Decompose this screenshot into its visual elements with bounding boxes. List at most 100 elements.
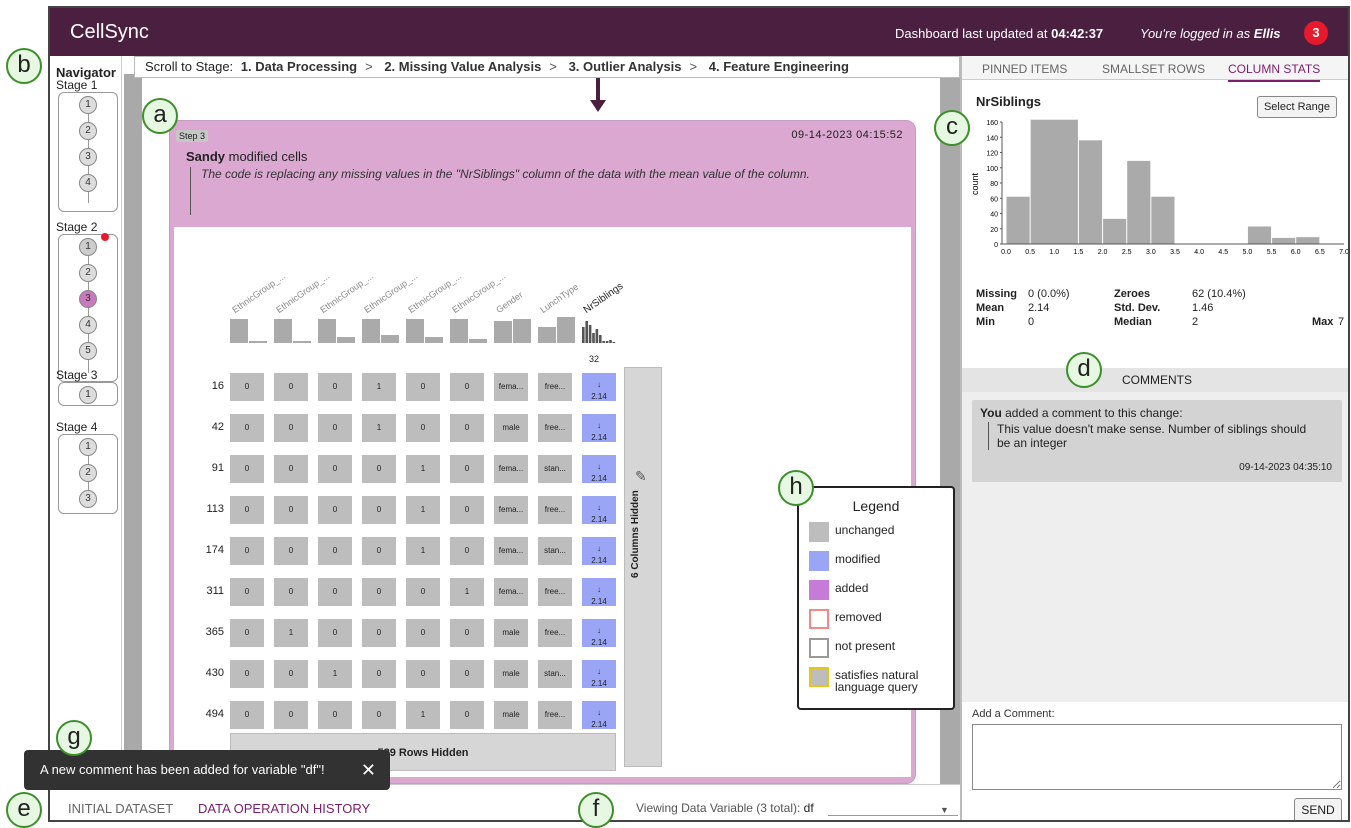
stage-link-4[interactable]: 4. Feature Engineering xyxy=(709,59,849,74)
table-cell[interactable]: 0 xyxy=(274,414,308,442)
table-cell[interactable]: 1 xyxy=(450,578,484,606)
stage-link-3[interactable]: 3. Outlier Analysis xyxy=(569,59,682,74)
table-cell[interactable]: 0 xyxy=(318,537,352,565)
table-cell[interactable]: 0 xyxy=(318,455,352,483)
table-cell[interactable]: 0 xyxy=(450,701,484,729)
histogram-bar[interactable] xyxy=(1151,196,1175,244)
table-cell[interactable]: free... xyxy=(538,414,572,442)
table-cell[interactable]: fema... xyxy=(494,537,528,565)
table-cell[interactable]: 0 xyxy=(450,414,484,442)
table-cell[interactable]: ↓ 2.14 xyxy=(582,701,616,729)
histogram-bar[interactable] xyxy=(1296,237,1320,244)
table-cell[interactable]: free... xyxy=(538,701,572,729)
table-cell[interactable]: 1 xyxy=(362,373,396,401)
table-cell[interactable]: 0 xyxy=(318,701,352,729)
table-cell[interactable]: free... xyxy=(538,373,572,401)
step-node[interactable]: 5 xyxy=(79,342,97,360)
table-cell[interactable]: 0 xyxy=(274,537,308,565)
table-cell[interactable]: 0 xyxy=(230,578,264,606)
table-cell[interactable]: 0 xyxy=(362,496,396,524)
table-cell[interactable]: ↓ 2.14 xyxy=(582,414,616,442)
table-cell[interactable]: 0 xyxy=(362,455,396,483)
stage-link-2[interactable]: 2. Missing Value Analysis xyxy=(384,59,541,74)
table-cell[interactable]: 0 xyxy=(362,578,396,606)
table-cell[interactable]: fema... xyxy=(494,455,528,483)
table-cell[interactable]: 1 xyxy=(318,660,352,688)
table-cell[interactable]: 0 xyxy=(362,701,396,729)
table-cell[interactable]: free... xyxy=(538,578,572,606)
step-node[interactable]: 3 xyxy=(79,290,97,308)
table-cell[interactable]: 0 xyxy=(406,619,440,647)
table-cell[interactable]: stan... xyxy=(538,537,572,565)
table-cell[interactable]: 0 xyxy=(450,373,484,401)
tab-pinned-items[interactable]: PINNED ITEMS xyxy=(982,62,1067,76)
stage-box[interactable]: 1 xyxy=(58,382,118,406)
table-cell[interactable]: male xyxy=(494,701,528,729)
canvas-scrollbar-left[interactable] xyxy=(124,74,142,784)
table-cell[interactable]: 0 xyxy=(230,701,264,729)
table-cell[interactable]: fema... xyxy=(494,373,528,401)
stage-box[interactable]: 1 2 3 xyxy=(58,434,118,514)
table-cell[interactable]: 0 xyxy=(274,701,308,729)
table-cell[interactable]: 0 xyxy=(318,496,352,524)
histogram-bar[interactable] xyxy=(1078,140,1103,244)
table-cell[interactable]: ↓ 2.14 xyxy=(582,373,616,401)
column-header[interactable]: NrSiblings xyxy=(582,281,626,316)
history-canvas[interactable]: Scroll to Stage: 1. Data Processing > 2. … xyxy=(124,56,1023,792)
step-node[interactable]: 4 xyxy=(79,174,97,192)
table-cell[interactable]: 0 xyxy=(230,619,264,647)
table-cell[interactable]: 0 xyxy=(274,455,308,483)
histogram-bar[interactable] xyxy=(1272,237,1296,244)
column-header[interactable]: Gender xyxy=(494,290,524,315)
table-cell[interactable]: 0 xyxy=(230,414,264,442)
table-cell[interactable]: 0 xyxy=(362,660,396,688)
table-cell[interactable]: free... xyxy=(538,496,572,524)
table-cell[interactable]: 0 xyxy=(406,414,440,442)
table-cell[interactable]: 0 xyxy=(362,537,396,565)
close-icon[interactable]: ✕ xyxy=(361,750,376,790)
table-cell[interactable]: 0 xyxy=(274,373,308,401)
table-cell[interactable]: male xyxy=(494,414,528,442)
table-cell[interactable]: 0 xyxy=(450,537,484,565)
tab-smallset-rows[interactable]: SMALLSET ROWS xyxy=(1102,62,1205,76)
table-cell[interactable]: 0 xyxy=(362,619,396,647)
table-cell[interactable]: 0 xyxy=(274,496,308,524)
step-node[interactable]: 1 xyxy=(79,438,97,456)
step-node[interactable]: 2 xyxy=(79,122,97,140)
columns-hidden-panel[interactable]: ✎ 6 Columns Hidden xyxy=(624,367,662,767)
table-cell[interactable]: 0 xyxy=(230,537,264,565)
table-cell[interactable]: 0 xyxy=(230,455,264,483)
table-cell[interactable]: free... xyxy=(538,619,572,647)
histogram-bar[interactable] xyxy=(1103,218,1127,244)
table-cell[interactable]: fema... xyxy=(494,496,528,524)
step-node[interactable]: 3 xyxy=(79,148,97,166)
table-cell[interactable]: 0 xyxy=(230,496,264,524)
table-cell[interactable]: ↓ 2.14 xyxy=(582,578,616,606)
table-cell[interactable]: 1 xyxy=(406,701,440,729)
histogram-bar[interactable] xyxy=(1127,160,1151,244)
pencil-icon[interactable]: ✎ xyxy=(635,468,647,485)
table-cell[interactable]: 1 xyxy=(406,496,440,524)
table-cell[interactable]: 0 xyxy=(274,578,308,606)
histogram-bar[interactable] xyxy=(1247,226,1272,244)
table-cell[interactable]: ↓ 2.14 xyxy=(582,455,616,483)
table-cell[interactable]: 0 xyxy=(230,660,264,688)
table-cell[interactable]: fema... xyxy=(494,578,528,606)
stage-box[interactable]: 1 2 3 4 xyxy=(58,92,118,212)
column-header[interactable]: LunchType xyxy=(538,282,580,315)
tab-data-operation-history[interactable]: DATA OPERATION HISTORY xyxy=(198,801,370,820)
send-button[interactable]: SEND xyxy=(1294,798,1342,820)
table-cell[interactable]: 0 xyxy=(230,373,264,401)
table-cell[interactable]: 0 xyxy=(318,578,352,606)
stage-box[interactable]: 1 2 3 4 5 xyxy=(58,233,118,382)
table-cell[interactable]: male xyxy=(494,660,528,688)
histogram-bar[interactable] xyxy=(1030,119,1078,244)
table-cell[interactable]: stan... xyxy=(538,455,572,483)
table-cell[interactable]: ↓ 2.14 xyxy=(582,660,616,688)
table-cell[interactable]: 0 xyxy=(450,455,484,483)
table-cell[interactable]: 1 xyxy=(362,414,396,442)
step-node[interactable]: 3 xyxy=(79,490,97,508)
table-cell[interactable]: 0 xyxy=(450,496,484,524)
step-node[interactable]: 2 xyxy=(79,264,97,282)
stage-link-1[interactable]: 1. Data Processing xyxy=(241,59,357,74)
